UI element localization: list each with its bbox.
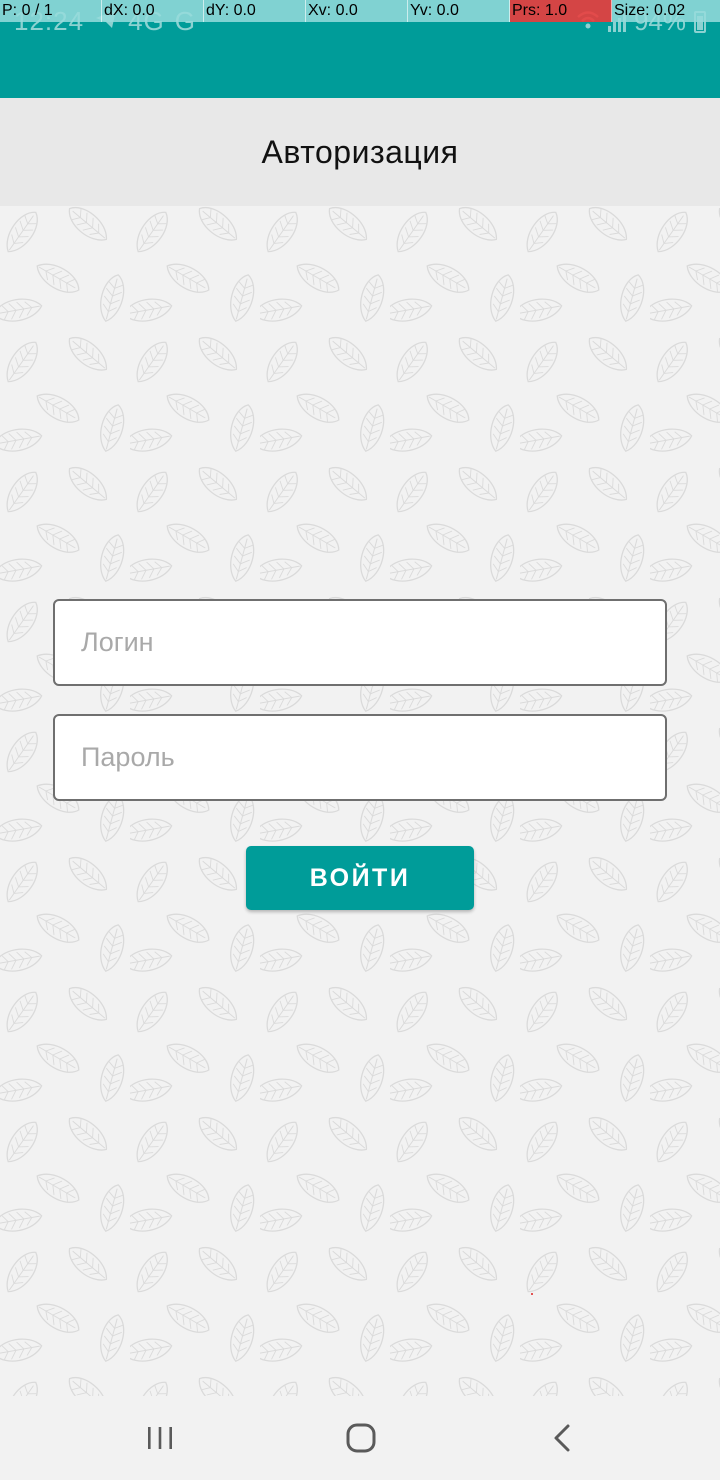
recents-icon — [148, 1427, 172, 1449]
debug-xv: Xv: 0.0 — [306, 0, 408, 22]
debug-pressure: Prs: 1.0 — [510, 0, 612, 22]
page-title: Авторизация — [261, 133, 459, 170]
debug-dx: dX: 0.0 — [102, 0, 204, 22]
app-header: Авторизация — [0, 98, 720, 206]
back-icon — [554, 1424, 570, 1452]
debug-size: Size: 0.02 — [612, 0, 720, 22]
login-button[interactable]: ВОЙТИ — [246, 846, 474, 910]
touch-point-indicator — [531, 1293, 533, 1295]
pointer-debug-overlay: P: 0 / 1 dX: 0.0 dY: 0.0 Xv: 0.0 Yv: 0.0… — [0, 0, 720, 22]
home-button[interactable] — [331, 1416, 391, 1460]
navigation-bar — [0, 1396, 720, 1480]
login-input[interactable] — [53, 599, 667, 686]
debug-dy: dY: 0.0 — [204, 0, 306, 22]
debug-yv: Yv: 0.0 — [408, 0, 510, 22]
password-input[interactable] — [53, 714, 667, 801]
leaf-pattern-background — [0, 206, 720, 1396]
recents-button[interactable] — [130, 1416, 190, 1460]
home-icon — [346, 1423, 376, 1453]
back-button[interactable] — [533, 1416, 593, 1460]
debug-pointer-count: P: 0 / 1 — [0, 0, 102, 22]
